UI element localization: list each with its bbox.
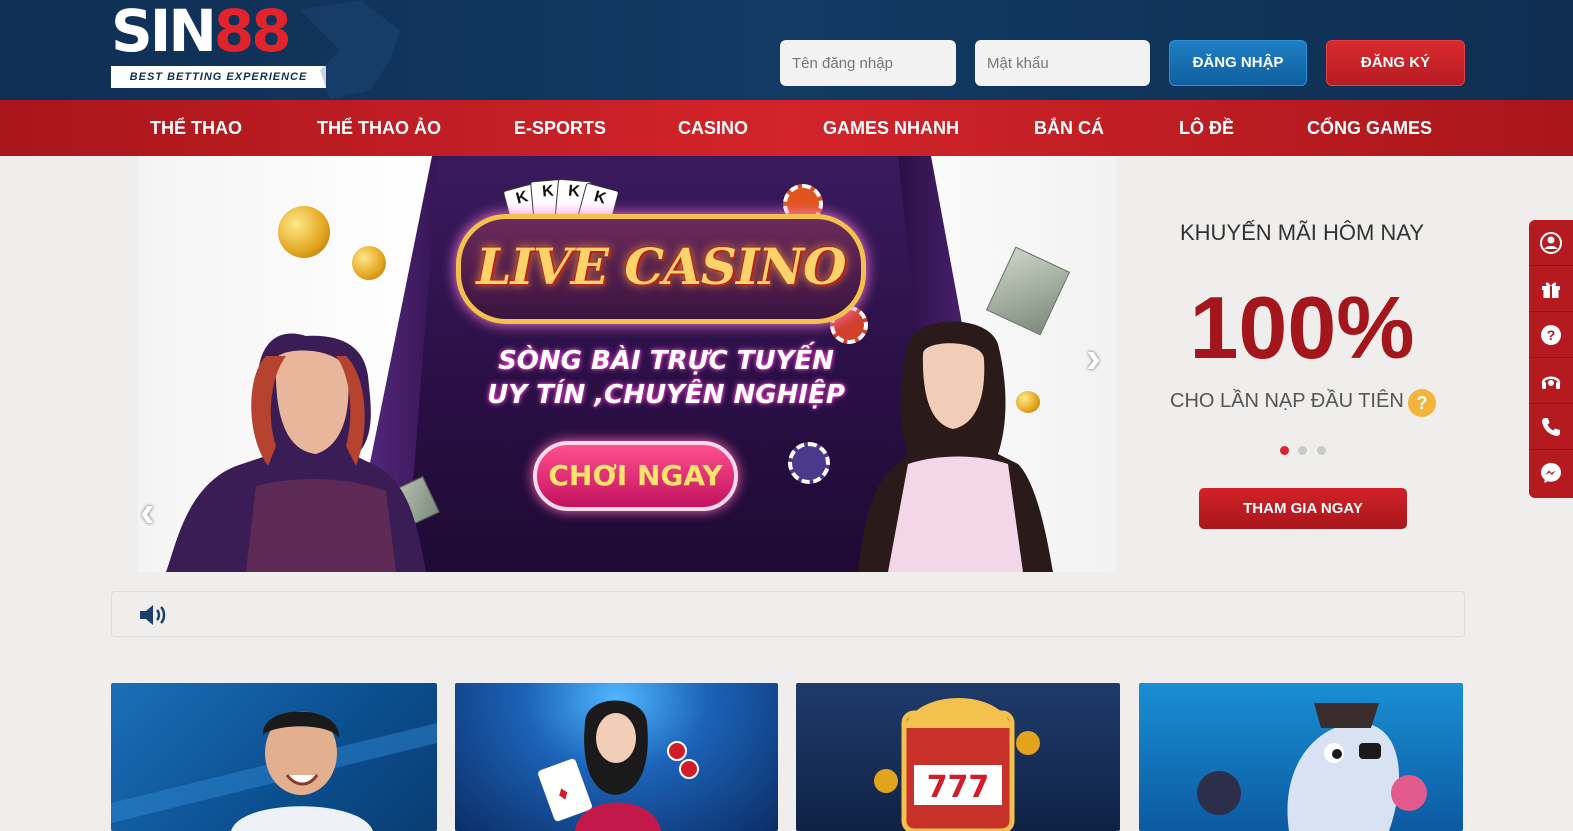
support-headset-icon[interactable] (1529, 358, 1573, 404)
announcement-bar (111, 591, 1465, 637)
help-icon[interactable]: ? (1408, 389, 1436, 417)
game-tile-casino[interactable]: ♦ (455, 683, 778, 831)
messenger-icon[interactable] (1529, 450, 1573, 496)
casino-host-left-image (166, 333, 426, 572)
help-icon[interactable]: ? (1529, 312, 1573, 358)
nav-item-sports[interactable]: THỂ THAO (150, 100, 242, 156)
nav-item-fishing[interactable]: BẮN CÁ (1034, 100, 1104, 156)
football-player-image (111, 711, 437, 831)
slider-dot[interactable] (1317, 446, 1326, 455)
game-tile-fishing[interactable] (1139, 683, 1463, 831)
shark-pirate-image (1197, 703, 1427, 831)
chevron-left-icon[interactable]: ‹ (140, 490, 170, 534)
promo-description: CHO LẦN NẠP ĐẦU TIÊN (1170, 390, 1404, 412)
casino-dealer-image: ♦ (538, 700, 699, 831)
slot-machine-image: 777 (874, 698, 1040, 831)
user-icon[interactable] (1529, 220, 1573, 266)
chevron-right-icon[interactable]: › (1086, 336, 1116, 380)
logo-wordmark: SIN88 (111, 0, 292, 65)
slider-dot[interactable] (1280, 446, 1289, 455)
game-tile-sports[interactable] (111, 683, 437, 831)
register-button[interactable]: ĐĂNG KÝ (1326, 40, 1465, 86)
main-nav: THỂ THAO THỂ THAO ẢO E-SPORTS CASINO GAM… (0, 100, 1573, 156)
slider-dot[interactable] (1298, 446, 1307, 455)
banner-subtitle-line2: UY TÍN ,CHUYÊN NGHIỆP (487, 380, 845, 410)
side-quick-menu: ? (1529, 220, 1573, 498)
game-tile-slots[interactable]: 777 (796, 683, 1120, 831)
nav-item-esports[interactable]: E-SPORTS (514, 100, 606, 156)
svg-text:?: ? (1547, 327, 1556, 343)
join-now-button[interactable]: THAM GIA NGAY (1199, 488, 1407, 529)
gift-icon[interactable] (1529, 266, 1573, 312)
banner-subtitle-line1: SÒNG BÀI TRỰC TUYẾN (498, 346, 834, 376)
lion-emblem-icon (300, 0, 400, 100)
banner-subtitle: SÒNG BÀI TRỰC TUYẾN UY TÍN ,CHUYÊN NGHIỆ… (456, 344, 876, 412)
promo-title: KHUYẾN MÃI HÔM NAY (1179, 220, 1425, 245)
svg-text:777: 777 (927, 770, 990, 805)
nav-item-lottery[interactable]: LÔ ĐỀ (1179, 100, 1234, 156)
poker-chip-icon (788, 442, 830, 484)
password-input[interactable] (975, 40, 1150, 86)
nav-item-quick-games[interactable]: GAMES NHANH (823, 100, 959, 156)
gold-coin-icon (278, 206, 330, 258)
username-input[interactable] (780, 40, 956, 86)
casino-host-right-image (858, 321, 1053, 572)
gold-coin-icon (352, 246, 386, 280)
nav-item-virtual-sports[interactable]: THỂ THAO ẢO (317, 100, 441, 156)
live-casino-title-box: LIVE CASINO (456, 214, 866, 324)
promo-percent: 100% (1189, 278, 1415, 377)
site-header: SIN88 BEST BETTING EXPERIENCE ĐĂNG NHẬP … (0, 0, 1573, 100)
phone-icon[interactable] (1529, 404, 1573, 450)
nav-item-casino[interactable]: CASINO (678, 100, 748, 156)
nav-item-game-portal[interactable]: CỔNG GAMES (1307, 100, 1432, 156)
speaker-icon[interactable] (138, 602, 170, 628)
login-button[interactable]: ĐĂNG NHẬP (1169, 40, 1307, 86)
live-casino-title: LIVE CASINO (476, 237, 846, 296)
hero-banner[interactable]: K K K K LIVE CASINO SÒNG BÀI TRỰC TUYẾN … (138, 156, 1116, 572)
play-now-button[interactable]: CHƠI NGAY (533, 441, 738, 511)
